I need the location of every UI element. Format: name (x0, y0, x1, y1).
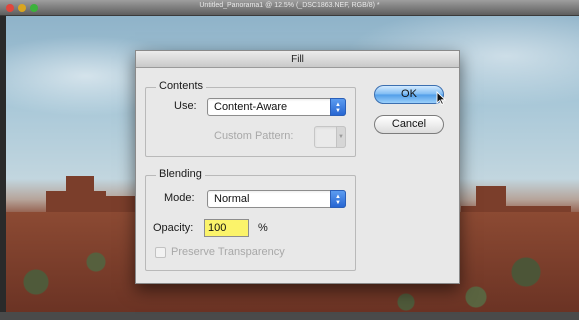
up-down-arrows-icon: ▲ ▼ (330, 98, 346, 116)
pointer-cursor-icon (436, 91, 446, 105)
document-titlebar[interactable]: Untitled_Panorama1 @ 12.5% (_DSC1863.NEF… (0, 0, 579, 16)
contents-group-label: Contents (156, 80, 207, 92)
opacity-label: Opacity: (153, 222, 194, 234)
use-label: Use: (174, 100, 197, 112)
blending-group-label: Blending (156, 168, 205, 180)
custom-pattern-label: Custom Pattern: (214, 130, 294, 142)
up-down-arrows-icon: ▲ ▼ (330, 190, 346, 208)
custom-pattern-picker: ▼ (314, 126, 346, 148)
blending-group: Blending Mode: Normal ▲▼ Opacity: % Pres… (145, 168, 356, 271)
opacity-unit: % (258, 222, 268, 234)
mode-select-value: Normal (214, 193, 250, 205)
preserve-transparency-checkbox (155, 247, 166, 258)
preserve-transparency-label: Preserve Transparency (171, 246, 285, 258)
use-select-value: Content-Aware (214, 101, 288, 113)
cancel-button[interactable]: Cancel (374, 115, 444, 134)
mode-label: Mode: (164, 192, 195, 204)
fill-dialog: Fill Contents Use: Content-Aware ▲ ▼ Cust… (135, 50, 460, 284)
chevron-down-icon: ▼ (336, 126, 346, 148)
contents-group: Contents Use: Content-Aware ▲ ▼ Custom Pa… (145, 80, 356, 157)
opacity-input[interactable] (204, 219, 249, 237)
use-select[interactable]: Content-Aware ▲ ▼ (207, 98, 346, 116)
mode-select[interactable]: Normal ▲ ▼ (207, 190, 346, 208)
dialog-title[interactable]: Fill (136, 51, 459, 68)
rock-formation (66, 176, 94, 196)
ok-button[interactable]: OK (374, 85, 444, 104)
document-title: Untitled_Panorama1 @ 12.5% (_DSC1863.NEF… (199, 2, 380, 9)
status-bar (0, 312, 579, 320)
